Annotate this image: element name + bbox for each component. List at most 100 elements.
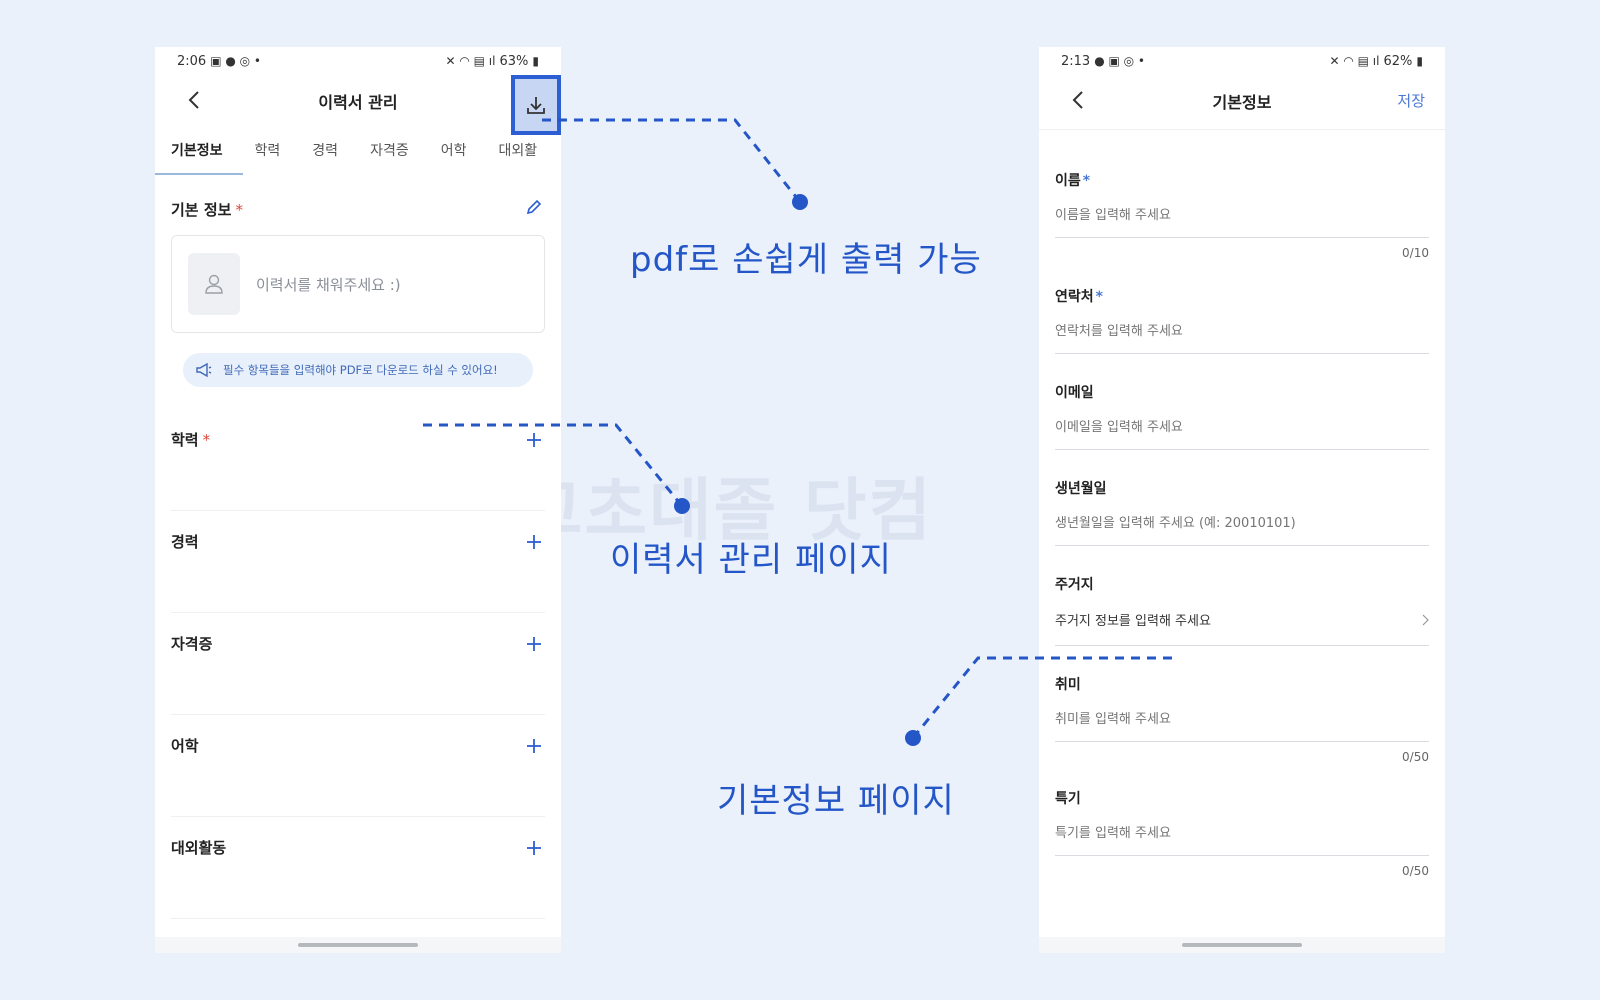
edit-button[interactable] — [525, 198, 543, 220]
plus-icon — [527, 841, 541, 855]
address-field: 주거지 주거지 정보를 입력해 주세요 — [1055, 574, 1429, 646]
email-field: 이메일 — [1055, 382, 1429, 450]
tab-education[interactable]: 학력 — [255, 127, 281, 175]
save-button[interactable]: 저장 — [1397, 90, 1425, 111]
tab-basic-info[interactable]: 기본정보 — [171, 127, 223, 175]
home-bar[interactable] — [298, 943, 418, 947]
section-education: 학력 * — [171, 409, 545, 511]
hobby-input[interactable] — [1055, 712, 1429, 742]
hobby-field: 취미 0/50 — [1055, 674, 1429, 764]
plus-icon — [527, 637, 541, 651]
add-career-button[interactable] — [523, 531, 545, 553]
hobby-char-count: 0/50 — [1402, 750, 1429, 764]
pdf-connector-line — [542, 118, 802, 203]
name-label: 이름 * — [1055, 173, 1091, 189]
section-certificate: 자격증 — [171, 613, 545, 715]
avatar — [188, 253, 240, 315]
tab-career[interactable]: 경력 — [312, 127, 338, 175]
pdf-connector-dot — [792, 194, 808, 210]
app-bar: 기본정보 저장 — [1039, 75, 1445, 127]
battery-icon: ▮ — [532, 54, 539, 68]
birthdate-field: 생년월일 — [1055, 478, 1429, 546]
section-activities: 대외활동 — [171, 817, 545, 919]
section-title: 학력 * — [171, 431, 211, 449]
status-time: 2:13 — [1061, 53, 1091, 69]
notice-text: 필수 항목들을 입력해야 PDF로 다운로드 하실 수 있어요! — [223, 363, 498, 377]
pencil-icon — [526, 199, 542, 215]
app-bar: 이력서 관리 — [155, 75, 561, 135]
contact-input[interactable] — [1055, 324, 1429, 354]
email-input[interactable] — [1055, 420, 1429, 450]
battery-icon: ▮ — [1416, 54, 1423, 68]
skill-char-count: 0/50 — [1402, 864, 1429, 878]
basic-info-title: 기본 정보 * — [171, 200, 243, 219]
megaphone-icon — [196, 362, 212, 378]
add-activities-button[interactable] — [523, 837, 545, 859]
back-button[interactable] — [1065, 87, 1091, 113]
birthdate-input[interactable] — [1055, 516, 1429, 546]
back-button[interactable] — [181, 87, 207, 113]
skill-field: 특기 0/50 — [1055, 788, 1429, 878]
person-icon — [205, 274, 223, 294]
status-time: 2:06 — [177, 53, 207, 69]
plus-icon — [527, 535, 541, 549]
email-label: 이메일 — [1055, 385, 1094, 401]
skill-label: 특기 — [1055, 791, 1081, 807]
section-title: 자격증 — [171, 635, 213, 653]
basic-info-screen: 2:13 ● ▣ ◎ • ✕ ◠ ▤ ıl 62% ▮ 기본정보 저장 이름 * … — [1039, 47, 1445, 953]
basic-connector-dot — [905, 730, 921, 746]
notification-icons: ● ▣ ◎ • — [1094, 54, 1146, 68]
hobby-label: 취미 — [1055, 677, 1081, 693]
address-label: 주거지 — [1055, 577, 1094, 593]
contact-field: 연락처 * — [1055, 286, 1429, 354]
plus-icon — [527, 433, 541, 447]
notification-icons: ▣ ● ◎ • — [210, 54, 262, 68]
pdf-notice-banner: 필수 항목들을 입력해야 PDF로 다운로드 하실 수 있어요! — [183, 353, 533, 387]
add-language-button[interactable] — [523, 735, 545, 757]
home-bar[interactable] — [1182, 943, 1302, 947]
section-title: 어학 — [171, 737, 199, 755]
signal-icons: ✕ ◠ ▤ ıl — [1329, 54, 1380, 68]
plus-icon — [527, 739, 541, 753]
contact-label: 연락처 * — [1055, 289, 1103, 305]
skill-input[interactable] — [1055, 826, 1429, 856]
tab-language[interactable]: 어학 — [441, 127, 467, 175]
tab-certificate[interactable]: 자격증 — [370, 127, 409, 175]
chevron-right-icon — [1422, 614, 1429, 625]
annotation-resume-page: 이력서 관리 페이지 — [610, 540, 892, 580]
section-language: 어학 — [171, 715, 545, 817]
active-tab-indicator — [155, 173, 243, 175]
status-bar: 2:13 ● ▣ ◎ • ✕ ◠ ▤ ıl 62% ▮ — [1039, 47, 1445, 75]
signal-icons: ✕ ◠ ▤ ıl — [445, 54, 496, 68]
chevron-left-icon — [1072, 91, 1083, 109]
download-pdf-button[interactable] — [511, 75, 561, 135]
page-title: 이력서 관리 — [318, 93, 398, 112]
section-title: 대외활동 — [171, 839, 227, 857]
section-tabs: 기본정보 학력 경력 자격증 어학 대외활 — [155, 127, 561, 175]
battery-level: 62% — [1383, 53, 1413, 69]
tab-activities[interactable]: 대외활 — [498, 127, 537, 175]
name-input[interactable] — [1055, 208, 1429, 238]
birthdate-label: 생년월일 — [1055, 481, 1107, 497]
home-indicator — [155, 937, 561, 953]
add-education-button[interactable] — [523, 429, 545, 451]
header-divider — [1039, 129, 1445, 130]
status-bar: 2:06 ▣ ● ◎ • ✕ ◠ ▤ ıl 63% ▮ — [155, 47, 561, 75]
profile-placeholder: 이력서를 채워주세요 :) — [256, 275, 401, 294]
annotation-pdf-export: pdf로 손쉽게 출력 가능 — [630, 240, 982, 280]
address-selector[interactable]: 주거지 정보를 입력해 주세요 — [1055, 610, 1429, 646]
chevron-left-icon — [188, 91, 199, 109]
section-title: 경력 — [171, 533, 199, 551]
page-title: 기본정보 — [1212, 93, 1272, 112]
name-field: 이름* 0/10 — [1055, 170, 1429, 260]
home-indicator — [1039, 937, 1445, 953]
annotation-basic-info-page: 기본정보 페이지 — [717, 781, 955, 821]
address-value: 주거지 정보를 입력해 주세요 — [1055, 614, 1211, 629]
basic-info-header: 기본 정보 * — [155, 183, 561, 235]
resume-management-screen: 2:06 ▣ ● ◎ • ✕ ◠ ▤ ıl 63% ▮ 이력서 관리 기본정보 … — [155, 47, 561, 953]
download-icon — [527, 97, 545, 114]
add-certificate-button[interactable] — [523, 633, 545, 655]
battery-level: 63% — [499, 53, 529, 69]
profile-card[interactable]: 이력서를 채워주세요 :) — [171, 235, 545, 333]
section-career: 경력 — [171, 511, 545, 613]
